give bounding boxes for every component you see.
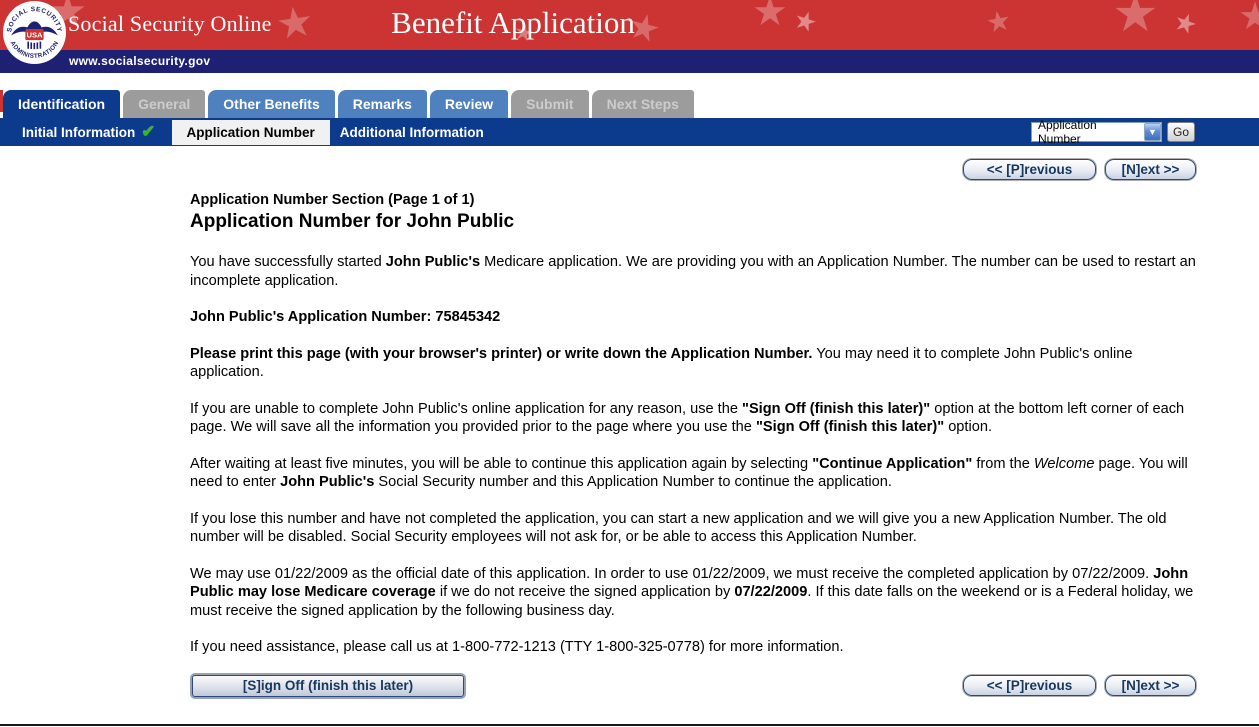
paragraph-print: Please print this page (with your browse… — [190, 345, 1133, 381]
bottom-action-row: [S]ign Off (finish this later) << [P]rev… — [190, 674, 1196, 697]
page-title-banner: Benefit Application — [391, 5, 635, 40]
section-jump: Application Number ▼ Go — [1030, 118, 1195, 146]
paragraph-sign-off: If you are unable to complete John Publi… — [190, 400, 1185, 436]
section-title: Application Number Section (Page 1 of 1) — [190, 192, 475, 208]
tab-general[interactable]: General — [123, 90, 206, 118]
page-heading: Application Number for John Public — [190, 211, 515, 232]
red-sliver — [0, 90, 3, 112]
page-header: ★ ★ ★ ★ ★ ★ ★ ★ ★ ★ Social Security Onli… — [0, 0, 1259, 73]
bottom-nav-buttons: << [P]revious [N]ext >> — [464, 674, 1196, 696]
application-number-line: John Public's Application Number: 758453… — [190, 309, 501, 325]
previous-button[interactable]: << [P]revious — [963, 674, 1096, 696]
svg-text:USA: USA — [26, 31, 43, 40]
tab-other-benefits[interactable]: Other Benefits — [208, 90, 335, 118]
ssa-logo-icon: SOCIAL SECURITY ADMINISTRATION USA — [3, 1, 66, 64]
next-button[interactable]: [N]ext >> — [1105, 674, 1196, 696]
star-icon: ★ — [752, 0, 788, 34]
checkmark-icon: ✔ — [141, 122, 156, 141]
previous-button[interactable]: << [P]revious — [963, 159, 1096, 180]
star-icon: ★ — [1112, 0, 1159, 43]
tab-identification[interactable]: Identification — [3, 90, 121, 118]
top-nav-buttons: << [P]revious [N]ext >> — [190, 159, 1196, 180]
tab-review[interactable]: Review — [429, 90, 509, 118]
site-url: www.socialsecurity.gov — [0, 50, 1259, 73]
star-icon: ★ — [272, 0, 317, 49]
star-icon: ★ — [1238, 0, 1259, 38]
paragraph-dates: We may use 01/22/2009 as the official da… — [190, 565, 1194, 619]
brand-title: Social Security Online — [68, 11, 272, 36]
tab-remarks[interactable]: Remarks — [337, 90, 427, 118]
star-icon: ★ — [789, 3, 822, 39]
jump-select-value: Application Number — [1037, 118, 1097, 146]
main-tab-bar: Identification General Other Benefits Re… — [0, 90, 1259, 118]
tab-next-steps[interactable]: Next Steps — [591, 90, 694, 118]
paragraph-assistance: If you need assistance, please call us a… — [190, 639, 844, 655]
sub-nav-bar: Initial Information ✔ Application Number… — [0, 118, 1259, 146]
paragraph-intro: You have successfully started John Publi… — [190, 254, 1196, 289]
go-button[interactable]: Go — [1166, 122, 1195, 142]
subnav-application-number[interactable]: Application Number — [171, 119, 330, 145]
star-icon: ★ — [1169, 4, 1202, 42]
paragraph-continue: After waiting at least five minutes, you… — [190, 455, 1188, 491]
subnav-additional-information[interactable]: Additional Information — [340, 125, 484, 140]
main-content: << [P]revious [N]ext >> Application Numb… — [0, 146, 1259, 697]
jump-select[interactable]: Application Number ▼ — [1030, 118, 1162, 146]
paragraph-lost-number: If you lose this number and have not com… — [190, 510, 1167, 546]
next-button[interactable]: [N]ext >> — [1105, 159, 1196, 180]
star-icon: ★ — [983, 4, 1014, 39]
footer-divider — [0, 723, 1259, 726]
chevron-down-icon[interactable]: ▼ — [1143, 123, 1161, 141]
tab-submit[interactable]: Submit — [511, 90, 589, 118]
header-red-band: ★ ★ ★ ★ ★ ★ ★ ★ ★ ★ Social Security Onli… — [0, 0, 1259, 50]
subnav-initial-information[interactable]: Initial Information — [22, 125, 135, 140]
sign-off-button[interactable]: [S]ign Off (finish this later) — [192, 674, 464, 697]
